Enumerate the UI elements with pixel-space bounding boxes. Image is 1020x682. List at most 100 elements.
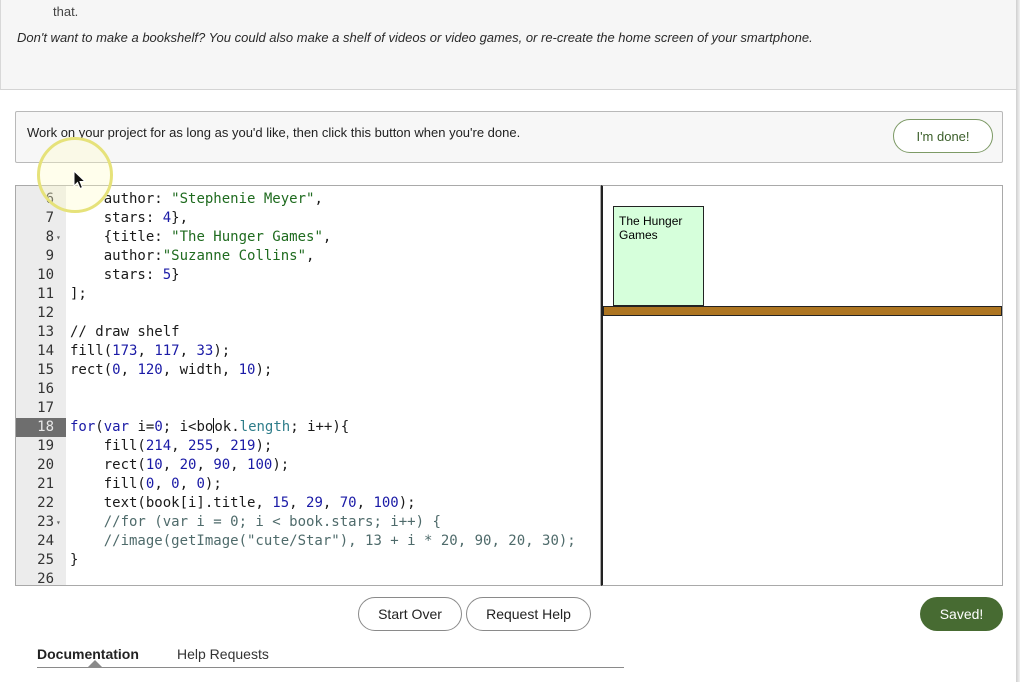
book-rectangle: The Hunger Games (613, 206, 704, 306)
fold-arrow-icon[interactable]: ▾ (56, 228, 61, 247)
code-line[interactable]: 19 fill(214, 255, 219); (16, 437, 600, 456)
code-token: rect( (103, 457, 146, 473)
code-editor[interactable]: 6 author: "Stephenie Meyer", 7 stars: 4}… (15, 185, 601, 586)
code-token: 0 (171, 476, 180, 492)
tab-help-requests[interactable]: Help Requests (177, 646, 269, 662)
code-token: 0 (196, 476, 205, 492)
start-over-button[interactable]: Start Over (358, 597, 462, 631)
code-line[interactable]: 15 rect(0, 120, width, 10); (16, 361, 600, 380)
code-line[interactable]: 23 ▾ //for (var i = 0; i < book.stars; i+… (16, 513, 600, 532)
code-token: ; i<bo (162, 419, 214, 435)
code-token: 0 (145, 476, 155, 492)
line-number: 20 (37, 457, 54, 473)
code-token: 15 (272, 495, 290, 511)
line-number: 12 (37, 305, 54, 321)
code-line[interactable]: 13 // draw shelf (16, 323, 600, 342)
code-line[interactable]: 7 stars: 4}, (16, 209, 600, 228)
code-line[interactable]: 14 fill(173, 117, 33); (16, 342, 600, 361)
line-number: 24 (37, 533, 54, 549)
done-prompt-text: Work on your project for as long as you'… (27, 125, 521, 140)
code-token: length (239, 419, 291, 435)
line-number: 13 (37, 324, 54, 340)
code-line[interactable]: 24 //image(getImage("cute/Star"), 13 + i… (16, 532, 600, 551)
code-line[interactable]: 10 stars: 5} (16, 266, 600, 285)
code-token: for (70, 419, 96, 435)
code-line[interactable]: 12 (16, 304, 600, 323)
code-token: author: (103, 191, 172, 207)
instructions-panel: that. Don't want to make a bookshelf? Yo… (0, 0, 1020, 90)
code-token: 0 (112, 362, 121, 378)
line-number: 14 (37, 343, 54, 359)
output-canvas: The Hunger Games (601, 185, 1003, 586)
code-token: 90 (213, 457, 231, 473)
line-number: 25 (37, 552, 54, 568)
code-token: "The Hunger Games" (171, 229, 323, 245)
code-token: 214 (145, 438, 172, 454)
code-comment: // draw shelf (70, 324, 180, 340)
code-token: ]; (70, 286, 87, 302)
code-token: ; i++){ (290, 419, 350, 435)
line-number: 15 (37, 362, 54, 378)
code-token: 219 (230, 438, 256, 454)
code-token: 70 (339, 495, 357, 511)
code-token: 33 (196, 343, 214, 359)
request-help-button[interactable]: Request Help (466, 597, 591, 631)
code-line-active[interactable]: 18 for(var i=0; i<book.length; i++){ (16, 418, 600, 437)
code-token: 117 (154, 343, 180, 359)
line-number: 26 (37, 571, 54, 586)
code-token: fill( (103, 438, 146, 454)
code-token: {title: (103, 229, 172, 245)
code-token: 120 (137, 362, 163, 378)
line-number: 16 (37, 381, 54, 397)
code-token: text(book[i].title, (103, 495, 273, 511)
line-number: 21 (37, 476, 54, 492)
code-token: width (179, 362, 222, 378)
code-token: fill( (103, 476, 146, 492)
code-token: fill( (70, 343, 113, 359)
line-number-active: 18 (16, 418, 66, 437)
book-title-text: The Hunger Games (619, 214, 683, 242)
code-comment: //image(getImage("cute/Star"), 13 + i * … (103, 533, 576, 549)
shelf-rectangle (603, 306, 1002, 316)
im-done-button[interactable]: I'm done! (893, 119, 993, 153)
code-token: var (103, 419, 130, 435)
saved-button[interactable]: Saved! (920, 597, 1003, 631)
mouse-pointer-icon (73, 170, 87, 190)
code-line[interactable]: 20 rect(10, 20, 90, 100); (16, 456, 600, 475)
line-number: 7 (45, 210, 54, 226)
instructions-alternative-note: Don't want to make a bookshelf? You coul… (17, 30, 813, 45)
code-line[interactable]: 9 author:"Suzanne Collins", (16, 247, 600, 266)
code-token: 29 (306, 495, 323, 511)
done-prompt-bar: Work on your project for as long as you'… (15, 111, 1003, 163)
code-comment: //for (var i = 0; i < book.stars; i++) { (103, 514, 441, 530)
code-token: 5 (162, 267, 172, 283)
active-tab-caret-icon (88, 660, 102, 667)
code-line[interactable]: 17 (16, 399, 600, 418)
code-token: 20 (179, 457, 197, 473)
code-line[interactable]: 16 (16, 380, 600, 399)
code-token: ok. (214, 419, 240, 435)
code-token: 10 (145, 457, 163, 473)
code-token: 10 (238, 362, 256, 378)
code-line[interactable]: 26 (16, 570, 600, 586)
line-number: 11 (37, 286, 54, 302)
code-token: stars: (103, 267, 163, 283)
code-token: } (70, 552, 79, 568)
code-token: rect( (70, 362, 113, 378)
line-number: 22 (37, 495, 54, 511)
code-token: "Suzanne Collins" (162, 248, 307, 264)
code-line[interactable]: 8 ▾ {title: "The Hunger Games", (16, 228, 600, 247)
code-token: author: (103, 248, 163, 264)
code-line[interactable]: 21 fill(0, 0, 0); (16, 475, 600, 494)
code-line[interactable]: 22 text(book[i].title, 15, 29, 70, 100); (16, 494, 600, 513)
code-token: 100 (247, 457, 273, 473)
instructions-fragment: that. (53, 4, 79, 19)
code-token: 100 (373, 495, 399, 511)
line-number: 10 (37, 267, 54, 283)
project-page: that. Don't want to make a bookshelf? Yo… (0, 0, 1020, 682)
code-line[interactable]: 11]; (16, 285, 600, 304)
code-line[interactable]: 25} (16, 551, 600, 570)
code-token: stars: (103, 210, 163, 226)
fold-arrow-icon[interactable]: ▾ (56, 513, 61, 532)
line-number: 19 (37, 438, 54, 454)
